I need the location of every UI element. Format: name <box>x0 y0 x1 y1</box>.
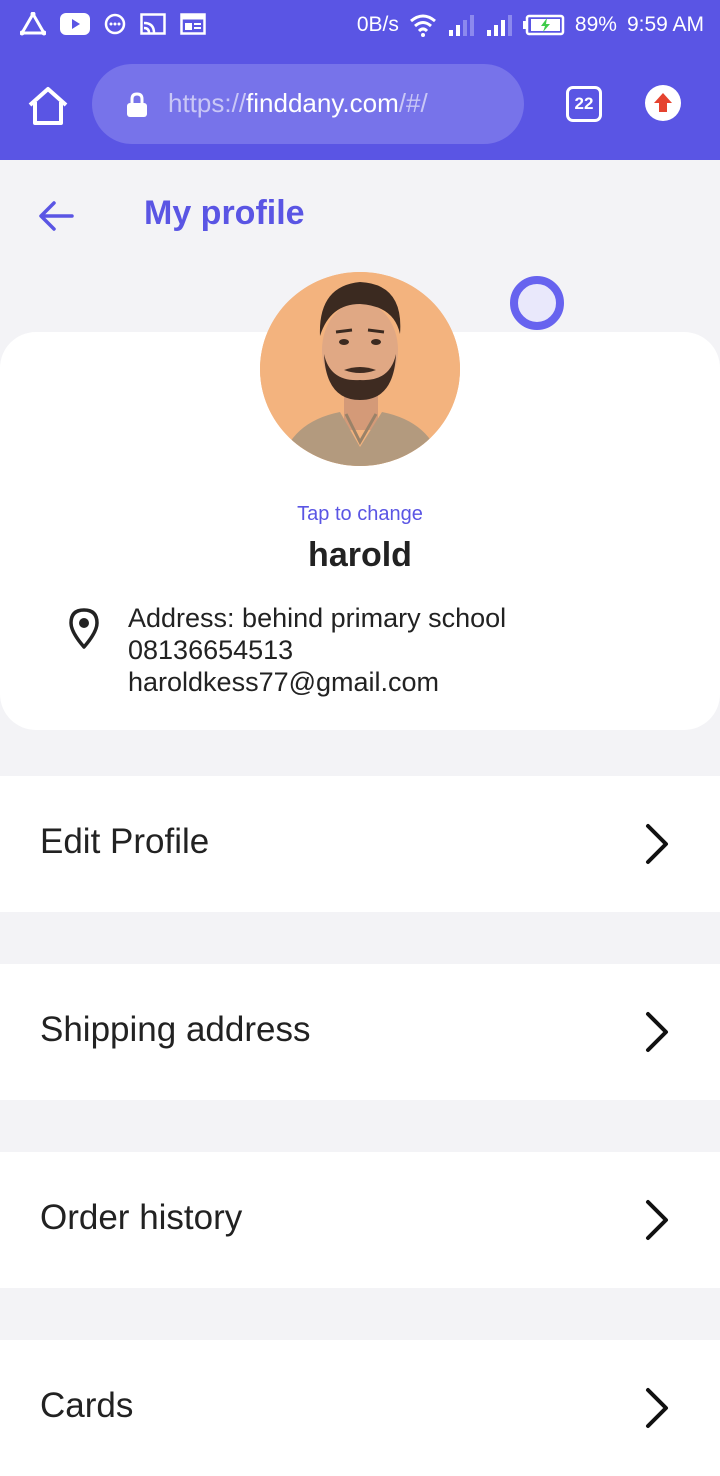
url-path: /#/ <box>398 88 428 118</box>
edit-profile-row[interactable]: Edit Profile <box>0 776 720 912</box>
status-bar: 0B/s 89% 9:59 AM <box>0 0 720 52</box>
home-icon[interactable] <box>26 84 70 128</box>
loading-spinner <box>510 276 564 330</box>
cast-icon <box>140 13 166 35</box>
chevron-right-icon <box>646 1388 668 1428</box>
chevron-right-icon <box>646 824 668 864</box>
contact-info: Address: behind primary school 081366545… <box>128 602 506 698</box>
chat-bubble-icon <box>104 13 126 35</box>
url-scheme: https:// <box>168 88 247 118</box>
chevron-right-icon <box>646 1200 668 1240</box>
browser-toolbar: https://finddany.com/#/ 22 <box>0 52 720 160</box>
system-status: 0B/s 89% 9:59 AM <box>357 12 704 38</box>
lock-icon <box>127 92 147 117</box>
url-host: finddany.com <box>246 88 399 118</box>
avatar[interactable] <box>260 272 460 466</box>
user-name: harold <box>308 536 412 574</box>
menu-label: Cards <box>40 1386 134 1425</box>
upload-icon <box>654 93 672 112</box>
upload-button[interactable] <box>645 85 681 121</box>
url-text: https://finddany.com/#/ <box>168 88 428 119</box>
battery-percent: 89% <box>574 13 617 36</box>
address-text: Address: behind primary school <box>128 603 507 633</box>
page-title: My profile <box>144 194 305 232</box>
order-history-row[interactable]: Order history <box>0 1152 720 1288</box>
menu-label: Edit Profile <box>40 822 210 861</box>
back-arrow-icon[interactable] <box>38 198 74 234</box>
cards-row[interactable]: Cards <box>0 1340 720 1476</box>
signal-icon-1 <box>448 15 474 36</box>
email-text: haroldkess77@gmail.com <box>128 667 440 697</box>
chevron-right-icon <box>646 1012 668 1052</box>
wifi-icon <box>409 14 436 37</box>
location-pin-icon <box>69 608 99 649</box>
clock: 9:59 AM <box>626 13 704 36</box>
tap-to-change-link[interactable]: Tap to change <box>0 503 720 526</box>
notification-icons <box>20 12 206 36</box>
youtube-icon <box>60 13 90 35</box>
battery-icon <box>522 14 565 36</box>
profile-photo <box>260 272 460 466</box>
menu-label: Shipping address <box>40 1010 311 1049</box>
calendar-app-icon <box>180 13 206 35</box>
signal-icon-2 <box>486 15 512 36</box>
phone-text: 08136654513 <box>128 635 294 665</box>
net-speed: 0B/s <box>356 13 399 36</box>
triangle-app-icon <box>20 12 46 36</box>
tabs-count-button[interactable]: 22 <box>566 86 602 122</box>
menu-label: Order history <box>40 1198 243 1237</box>
url-bar[interactable]: https://finddany.com/#/ <box>92 64 524 144</box>
shipping-address-row[interactable]: Shipping address <box>0 964 720 1100</box>
